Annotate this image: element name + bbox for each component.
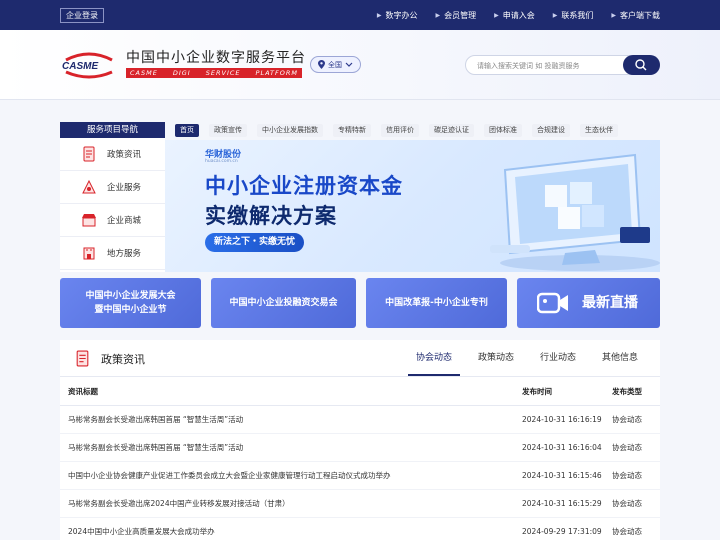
card-title: 最新直播 <box>582 295 638 311</box>
policy-tabs: 协会动态 政策动态 行业动态 其他信息 <box>398 340 646 376</box>
top-bar: 企业登录 ▶ 数字办公 ▶ 会员管理 ▶ 申请入会 ▶ 联系我们 ▶ 客户端下载 <box>0 0 720 30</box>
search-input[interactable]: 请输入搜索关键词 如 投融资服务 <box>477 61 579 71</box>
table-row[interactable]: 马彬常务副会长受邀出席韩国首届 “智慧生活周”活动 2024-10-31 16:… <box>60 434 660 462</box>
promo-banner[interactable]: 华财股份 huacai.com.cn 中小企业注册资本金 实缴解决方案 新法之下… <box>165 140 660 272</box>
svg-text:CASME: CASME <box>62 61 98 72</box>
table-row[interactable]: 马彬常务副会长受邀出席韩国首届 “智慧生活周”活动 2024-10-31 16:… <box>60 406 660 434</box>
service-nav-title: 服务项目导航 <box>60 122 165 138</box>
column-header-type: 发布类型 <box>612 387 642 396</box>
enterprise-login-button[interactable]: 企业登录 <box>60 8 104 23</box>
card-sme-conference[interactable]: 中国中小企业发展大会 暨中国中小企业节 <box>60 278 201 328</box>
news-date: 2024-10-31 16:16:19 <box>522 415 602 424</box>
table-row[interactable]: 马彬常务副会长受邀出席2024中国产业转移发展对接活动（甘肃） 2024-10-… <box>60 490 660 518</box>
service-navigation: 服务项目导航 政策资讯 企业服务 企业商城 地方服务 <box>60 122 165 272</box>
tab-credit-rating[interactable]: 信用评价 <box>381 124 419 137</box>
news-date: 2024-10-31 16:15:29 <box>522 499 602 508</box>
triangle-icon: ▶ <box>435 11 441 19</box>
document-icon <box>76 350 89 367</box>
table-row[interactable]: 2024中国中小企业高质量发展大会成功举办 2024-09-29 17:31:0… <box>60 518 660 540</box>
category-tabs: 首页 政策宣传 中小企业发展指数 专精特新 信用评价 碳足迹认证 团体标准 合规… <box>175 123 660 138</box>
news-date: 2024-10-31 16:16:04 <box>522 443 602 452</box>
card-sme-conference-text: 中国中小企业发展大会 暨中国中小企业节 <box>85 289 175 317</box>
banner-subheadline: 实缴解决方案 <box>205 204 337 228</box>
top-nav: ▶ 数字办公 ▶ 会员管理 ▶ 申请入会 ▶ 联系我们 ▶ 客户端下载 <box>359 0 660 30</box>
tab-group-standard[interactable]: 团体标准 <box>484 124 522 137</box>
video-camera-icon <box>537 292 568 314</box>
top-nav-contact-us[interactable]: ▶ 联系我们 <box>553 10 594 21</box>
service-nav-item-policy[interactable]: 政策资讯 <box>60 138 165 171</box>
site-subtitle: CASME DIGI SERVICE PLATFORM <box>126 68 302 78</box>
table-row[interactable]: 中国中小企业协会健康产业促进工作委员会成立大会暨企业家健康管理行动工程启动仪式成… <box>60 462 660 490</box>
card-investment-fair[interactable]: 中国中小企业投融资交易会 <box>211 278 356 328</box>
chevron-down-icon <box>345 62 353 67</box>
news-title[interactable]: 马彬常务副会长受邀出席韩国首届 “智慧生活周”活动 <box>68 406 243 434</box>
top-nav-member-management[interactable]: ▶ 会员管理 <box>436 10 477 21</box>
news-type: 协会动态 <box>612 527 642 536</box>
region-selector[interactable]: 全国 <box>310 56 361 73</box>
banner-brand-url: huacai.com.cn <box>205 159 238 164</box>
service-nav-item-enterprise-service[interactable]: 企业服务 <box>60 171 165 204</box>
tab-carbon-footprint[interactable]: 碳足迹认证 <box>429 124 474 137</box>
news-date: 2024-10-31 16:15:46 <box>522 471 602 480</box>
triangle-icon: ▶ <box>494 11 499 19</box>
news-type: 协会动态 <box>612 443 642 452</box>
tab-specialized[interactable]: 专精特新 <box>333 124 371 137</box>
column-header-date: 发布时间 <box>522 387 552 396</box>
document-icon <box>80 145 98 163</box>
card-title: 中国改革报-中小企业专刊 <box>385 298 488 308</box>
casme-logo[interactable]: CASME <box>60 50 118 80</box>
tab-other-info[interactable]: 其他信息 <box>594 340 646 376</box>
card-live-stream[interactable]: 最新直播 <box>517 278 660 328</box>
tab-compliance[interactable]: 合规建设 <box>532 124 570 137</box>
monitor-illustration <box>490 153 660 271</box>
tab-sme-index[interactable]: 中小企业发展指数 <box>257 124 323 137</box>
search-button[interactable] <box>623 55 660 75</box>
tab-home[interactable]: 首页 <box>175 124 199 137</box>
site-header: CASME 中国中小企业数字服务平台 CASME DIGI SERVICE PL… <box>0 30 720 100</box>
top-nav-client-download[interactable]: ▶ 客户端下载 <box>611 10 660 21</box>
card-reform-newspaper[interactable]: 中国改革报-中小企业专刊 <box>366 278 507 328</box>
triangle-icon: ▶ <box>552 11 558 19</box>
top-nav-apply-membership[interactable]: ▶ 申请入会 <box>494 10 535 21</box>
news-type: 协会动态 <box>612 499 642 508</box>
card-title: 中国中小企业投融资交易会 <box>229 298 338 308</box>
search-icon <box>635 59 647 71</box>
location-pin-icon <box>318 60 325 69</box>
news-title[interactable]: 马彬常务副会长受邀出席韩国首届 “智慧生活周”活动 <box>68 434 243 462</box>
news-title[interactable]: 2024中国中小企业高质量发展大会成功举办 <box>68 518 215 540</box>
triangle-icon: ▶ <box>611 11 616 19</box>
banner-tagline: 新法之下・实缴无忧 <box>205 233 305 252</box>
tab-eco-partners[interactable]: 生态伙伴 <box>580 124 618 137</box>
search-box[interactable]: 请输入搜索关键词 如 投融资服务 <box>465 55 660 75</box>
shop-icon <box>80 211 98 229</box>
policy-news-panel: 政策资讯 协会动态 政策动态 行业动态 其他信息 资讯标题 发布时间 发布类型 … <box>60 340 660 540</box>
tab-association-news[interactable]: 协会动态 <box>407 340 460 376</box>
service-nav-item-local[interactable]: 地方服务 <box>60 237 165 270</box>
tab-industry-news[interactable]: 行业动态 <box>532 340 584 376</box>
banner-headline: 中小企业注册资本金 <box>205 174 403 198</box>
news-type: 协会动态 <box>612 471 642 480</box>
column-header-title: 资讯标题 <box>68 387 98 396</box>
card-subtitle: 暨中国中小企业节 <box>94 305 167 315</box>
site-title: 中国中小企业数字服务平台 <box>126 50 306 66</box>
table-header: 资讯标题 发布时间 发布类型 <box>60 376 660 406</box>
top-nav-digital-office[interactable]: ▶ 数字办公 <box>377 10 418 21</box>
service-nav-item-mall[interactable]: 企业商城 <box>60 204 165 237</box>
tab-policy-promotion[interactable]: 政策宣传 <box>209 124 247 137</box>
triangle-icon: ▶ <box>376 11 382 19</box>
tab-policy-news[interactable]: 政策动态 <box>470 340 522 376</box>
policy-title: 政策资讯 <box>74 350 145 367</box>
news-title[interactable]: 中国中小企业协会健康产业促进工作委员会成立大会暨企业家健康管理行动工程启动仪式成… <box>68 462 391 490</box>
news-date: 2024-09-29 17:31:09 <box>522 527 602 536</box>
news-type: 协会动态 <box>612 415 642 424</box>
building-icon <box>80 244 98 262</box>
news-title[interactable]: 马彬常务副会长受邀出席2024中国产业转移发展对接活动（甘肃） <box>68 490 290 518</box>
card-title: 中国中小企业发展大会 <box>85 291 176 301</box>
service-icon <box>80 178 98 196</box>
